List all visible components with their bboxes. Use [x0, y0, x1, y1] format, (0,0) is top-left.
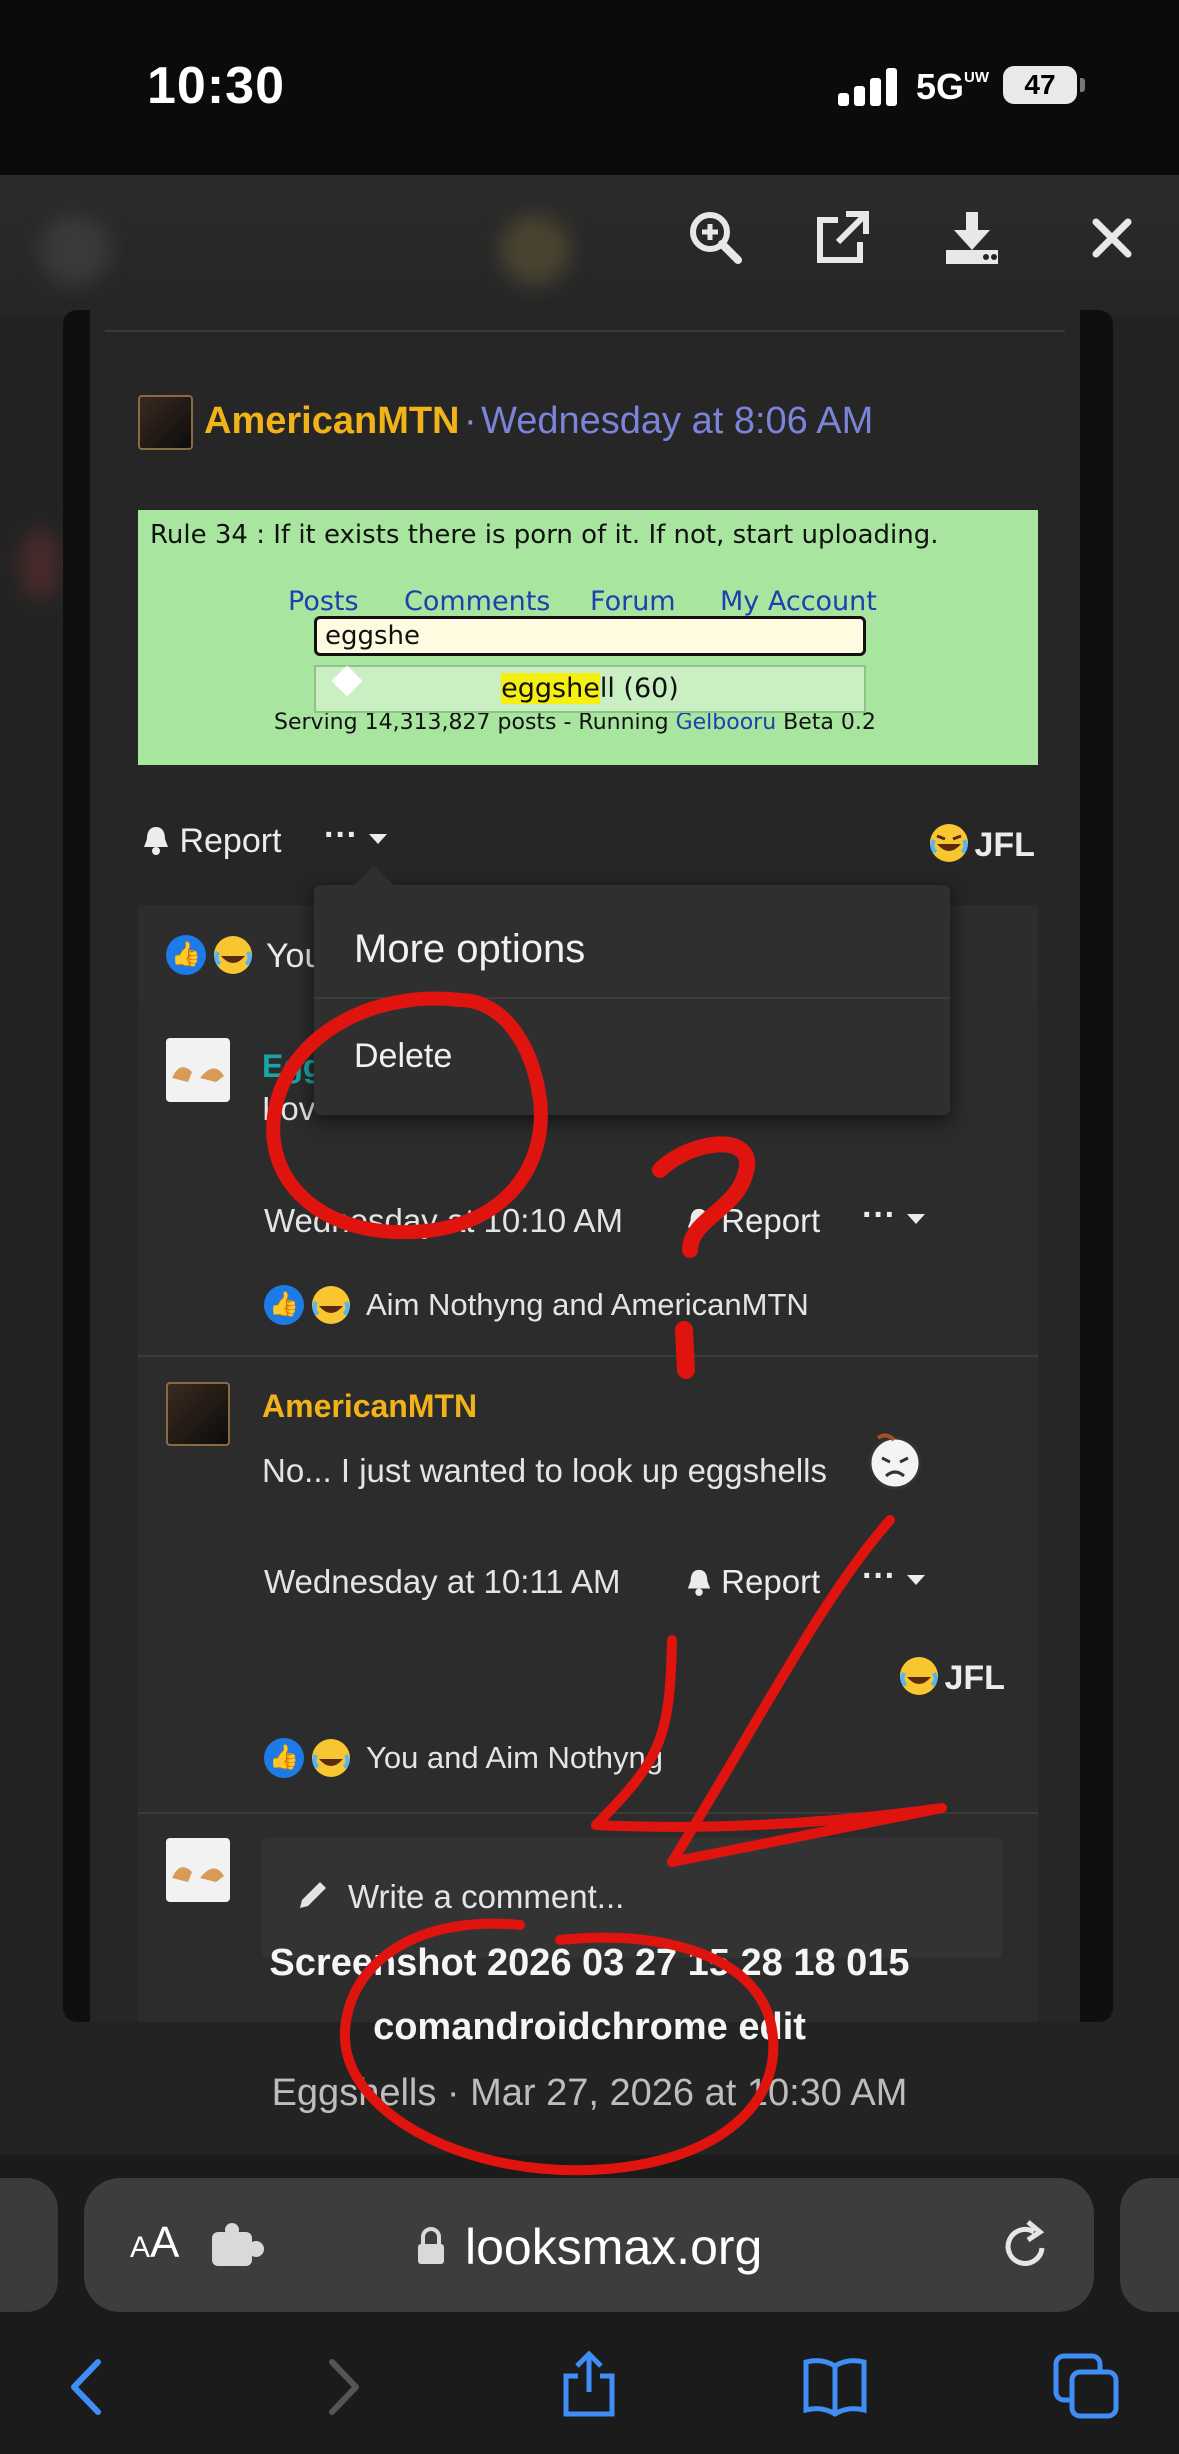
jfl-label: JFL	[944, 1659, 1005, 1697]
report-label: Report	[721, 1202, 821, 1239]
tabs-icon[interactable]	[1052, 2352, 1122, 2422]
pencil-icon	[300, 1882, 326, 1908]
crying-face-icon	[868, 1433, 922, 1490]
post-header: AmericanMTN · Wednesday at 8:06 AM	[204, 400, 873, 443]
comment-body: Lov	[262, 1090, 316, 1127]
more-options-button[interactable]: ···	[862, 1557, 927, 1596]
blurred-icon	[500, 215, 570, 285]
more-dots: ···	[862, 1196, 896, 1234]
separator-dot: ·	[463, 400, 477, 442]
comment-divider	[138, 1355, 1038, 1357]
jfl-label: JFL	[974, 826, 1035, 864]
write-comment-placeholder: Write a comment...	[348, 1878, 625, 1915]
nav-link-comments: Comments	[404, 586, 551, 617]
menu-divider	[314, 997, 950, 999]
laughing-emoji-icon	[312, 1286, 350, 1324]
extension-icon[interactable]	[210, 2222, 266, 2272]
reload-icon[interactable]	[998, 2218, 1054, 2274]
caret-down-icon	[907, 1214, 926, 1224]
laughing-emoji-icon	[900, 1657, 938, 1695]
battery-tip	[1080, 78, 1085, 92]
comment-body: No... I just wanted to look up eggshells	[262, 1452, 827, 1489]
comment-reactions[interactable]: You and Aim Nothyng	[366, 1740, 663, 1776]
nav-link-my-account: My Account	[720, 586, 877, 617]
more-options-menu: More options Delete	[314, 865, 950, 1115]
caret-down-icon	[907, 1575, 926, 1585]
menu-title: More options	[354, 927, 586, 971]
network-indicator: 5GUW	[916, 66, 990, 107]
nav-link-forum: Forum	[590, 586, 676, 617]
close-icon[interactable]	[1080, 206, 1144, 270]
bell-icon	[144, 827, 168, 855]
avatar	[166, 1838, 230, 1902]
embedded-image[interactable]: Rule 34 : If it exists there is porn of …	[138, 510, 1038, 765]
url-text[interactable]: looksmax.org	[465, 2218, 762, 2276]
text-size-button[interactable]: AA	[130, 2218, 179, 2268]
lock-icon	[418, 2227, 444, 2264]
jfl-reaction-button[interactable]: JFL	[898, 1655, 1005, 1698]
jfl-reaction-button[interactable]: JFL	[928, 822, 1035, 865]
report-button[interactable]: Report	[142, 822, 282, 861]
bookmarks-icon[interactable]	[800, 2352, 870, 2422]
like-icon: 👍	[166, 935, 206, 975]
rule-text: Rule 34 : If it exists there is porn of …	[150, 520, 939, 550]
report-label: Report	[179, 822, 282, 860]
status-time: 10:30	[147, 57, 285, 115]
more-dots: ···	[862, 1557, 896, 1595]
previous-tab-card[interactable]	[0, 2178, 58, 2312]
bell-icon	[687, 1208, 711, 1235]
comment-reactions[interactable]: Aim Nothyng and AmericanMTN	[366, 1287, 809, 1323]
report-button[interactable]: Report	[686, 1563, 820, 1601]
laughing-emoji-icon	[214, 936, 252, 974]
comment-date[interactable]: Wednesday at 10:10 AM	[264, 1202, 623, 1240]
embedded-search-input: eggshe	[314, 616, 866, 656]
caption-title-line2: comandroidchrome edit	[373, 2006, 806, 2048]
eggshell-icon	[172, 1067, 224, 1082]
post-date[interactable]: Wednesday at 8:06 AM	[481, 400, 873, 442]
caption-meta[interactable]: Eggshells · Mar 27, 2026 at 10:30 AM	[0, 2072, 1179, 2115]
comment-author[interactable]: AmericanMTN	[262, 1388, 477, 1425]
forward-icon[interactable]	[306, 2352, 376, 2422]
nav-link-posts: Posts	[288, 586, 359, 617]
caption-title: Screenshot 2026 03 27 15 28 18 015	[269, 1942, 910, 1984]
comment-date[interactable]: Wednesday at 10:11 AM	[264, 1563, 621, 1601]
more-dots: ···	[324, 816, 358, 854]
caret-down-icon	[369, 834, 388, 844]
open-external-icon[interactable]	[810, 206, 874, 270]
signal-icon	[838, 66, 900, 106]
back-icon[interactable]	[54, 2352, 124, 2422]
next-tab-card[interactable]	[1120, 2178, 1179, 2312]
more-options-button[interactable]: ···	[862, 1196, 927, 1235]
avatar[interactable]	[166, 1382, 230, 1446]
serving-text: Serving 14,313,827 posts - Running Gelbo…	[274, 710, 876, 735]
embedded-suggestion: eggshell (60)	[314, 665, 866, 713]
battery-icon: 47	[1003, 66, 1077, 104]
delete-menu-item[interactable]: Delete	[354, 1037, 452, 1076]
avatar[interactable]	[166, 1038, 230, 1102]
post-author[interactable]: AmericanMTN	[204, 400, 460, 442]
zoom-in-icon[interactable]	[684, 206, 748, 270]
blurred-side	[20, 530, 60, 600]
like-icon: 👍	[264, 1738, 304, 1778]
top-divider	[105, 330, 1065, 332]
eggshell-icon	[172, 1867, 224, 1882]
write-comment-input[interactable]: Write a comment...	[262, 1838, 1002, 1958]
screenshot-image: AmericanMTN · Wednesday at 8:06 AM Rule …	[90, 310, 1080, 2022]
download-icon[interactable]	[940, 206, 1004, 270]
laughing-emoji-icon	[312, 1739, 350, 1777]
blurred-avatar	[40, 215, 110, 285]
share-icon[interactable]	[554, 2350, 624, 2420]
more-options-button[interactable]: ···	[324, 816, 389, 855]
report-label: Report	[721, 1563, 821, 1600]
like-icon: 👍	[264, 1285, 304, 1325]
comment-divider	[138, 1812, 1038, 1814]
laughing-emoji-icon	[930, 824, 968, 862]
menu-arrow	[354, 865, 394, 905]
bell-icon	[687, 1569, 711, 1596]
avatar[interactable]	[138, 395, 193, 450]
report-button[interactable]: Report	[686, 1202, 820, 1240]
